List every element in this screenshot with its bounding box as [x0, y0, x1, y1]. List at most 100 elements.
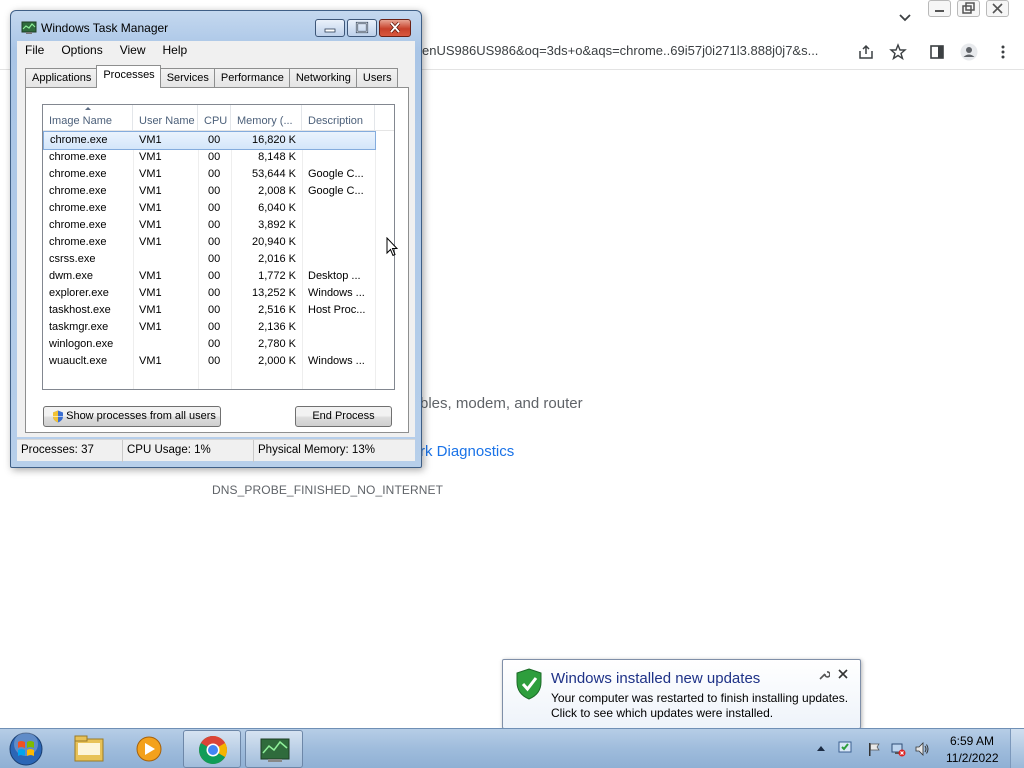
process-image-name: chrome.exe [49, 185, 107, 197]
process-row[interactable]: chrome.exe VM1 00 6,040 K [43, 200, 394, 217]
menu-view[interactable]: View [112, 41, 155, 61]
profile-avatar-icon[interactable] [960, 43, 978, 61]
status-process-count: Processes: 37 [17, 440, 123, 462]
processes-panel: Image Name User Name CPU Memory (... Des… [25, 87, 409, 433]
process-row[interactable]: explorer.exe VM1 00 13,252 K Windows ... [43, 285, 394, 302]
process-image-name: chrome.exe [49, 202, 107, 214]
column-image-name[interactable]: Image Name [43, 105, 133, 131]
status-bar: Processes: 37 CPU Usage: 1% Physical Mem… [17, 439, 415, 462]
process-row[interactable]: chrome.exe VM1 00 53,644 K Google C... [43, 166, 394, 183]
process-row[interactable]: chrome.exe VM1 00 20,940 K [43, 234, 394, 251]
chrome-menu-icon[interactable] [994, 43, 1012, 61]
process-list-header: Image Name User Name CPU Memory (... Des… [43, 105, 394, 131]
menu-bar: File Options View Help [17, 41, 415, 61]
taskbar-explorer[interactable] [60, 730, 118, 768]
tab-networking[interactable]: Networking [288, 68, 357, 88]
process-memory: 53,644 K [251, 168, 296, 180]
process-user-name: VM1 [139, 321, 162, 333]
tab-performance[interactable]: Performance [213, 68, 290, 88]
process-row[interactable]: taskmgr.exe VM1 00 2,136 K [43, 319, 394, 336]
column-memory[interactable]: Memory (... [231, 105, 302, 131]
volume-speaker-icon[interactable] [914, 741, 930, 757]
tab-users[interactable]: Users [355, 68, 398, 88]
tab-applications[interactable]: Applications [25, 68, 98, 88]
process-row[interactable]: chrome.exe VM1 00 8,148 K [43, 149, 394, 166]
tab-processes[interactable]: Processes [96, 65, 161, 88]
process-memory: 13,252 K [251, 287, 296, 299]
action-center-flag-icon[interactable] [866, 741, 882, 757]
process-user-name: VM1 [139, 202, 162, 214]
process-image-name: chrome.exe [49, 236, 107, 248]
task-manager-body: Applications Processes Services Performa… [17, 61, 415, 437]
process-user-name: VM1 [139, 304, 162, 316]
process-cpu: 00 [208, 287, 221, 299]
taskbar-media-player[interactable] [120, 730, 178, 768]
process-description [302, 149, 375, 166]
process-row[interactable]: dwm.exe VM1 00 1,772 K Desktop ... [43, 268, 394, 285]
process-memory: 6,040 K [258, 202, 296, 214]
process-user-name: VM1 [139, 219, 162, 231]
menu-help[interactable]: Help [155, 41, 197, 61]
show-all-processes-button[interactable]: Show processes from all users [43, 406, 221, 427]
show-desktop-button[interactable] [1010, 729, 1024, 768]
process-row[interactable]: chrome.exe VM1 00 3,892 K [43, 217, 394, 234]
process-cpu: 00 [208, 321, 221, 333]
process-row[interactable]: chrome.exe VM1 00 2,008 K Google C... [43, 183, 394, 200]
tab-strip: Applications Processes Services Performa… [25, 65, 398, 88]
clock-time[interactable]: 6:59 AM [950, 734, 994, 748]
update-notification[interactable]: Windows installed new updates Your compu… [502, 659, 861, 729]
process-row[interactable]: chrome.exe VM1 00 16,820 K [43, 131, 376, 150]
process-list[interactable]: Image Name User Name CPU Memory (... Des… [42, 104, 395, 390]
close-button[interactable] [379, 19, 411, 37]
error-code: DNS_PROBE_FINISHED_NO_INTERNET [212, 483, 444, 497]
column-filler [375, 105, 394, 131]
taskbar-chrome[interactable] [183, 730, 241, 768]
minimize-button[interactable] [315, 19, 345, 37]
start-orb-icon[interactable] [6, 730, 46, 768]
windows-update-tray-icon[interactable] [837, 739, 853, 755]
tab-services[interactable]: Services [159, 68, 215, 88]
process-image-name: taskmgr.exe [49, 321, 109, 333]
chrome-window-controls [928, 0, 1015, 17]
notification-close-icon[interactable] [837, 668, 849, 680]
side-panel-icon[interactable] [928, 43, 946, 61]
process-user-name: VM1 [139, 287, 162, 299]
process-user-name: VM1 [139, 355, 162, 367]
menu-options[interactable]: Options [53, 41, 111, 61]
process-description [302, 234, 375, 251]
maximize-button[interactable] [347, 19, 377, 37]
clock-date[interactable]: 11/2/2022 [946, 751, 999, 765]
column-description[interactable]: Description [302, 105, 375, 131]
process-memory: 2,016 K [258, 253, 296, 265]
process-memory: 8,148 K [258, 151, 296, 163]
network-diagnostics-link[interactable]: rk Diagnostics [420, 443, 514, 460]
address-bar[interactable]: enUS986US986&oq=3ds+o&aqs=chrome..69i57j… [422, 43, 818, 58]
process-cpu: 00 [208, 219, 221, 231]
tab-search-chevron-icon[interactable] [896, 8, 914, 26]
chrome-close-icon[interactable] [986, 0, 1009, 17]
process-memory: 2,516 K [258, 304, 296, 316]
notification-message-line1: Your computer was restarted to finish in… [551, 691, 849, 705]
process-row[interactable]: winlogon.exe 00 2,780 K [43, 336, 394, 353]
process-row[interactable]: taskhost.exe VM1 00 2,516 K Host Proc... [43, 302, 394, 319]
column-cpu[interactable]: CPU [198, 105, 231, 131]
chrome-restore-icon[interactable] [957, 0, 980, 17]
chrome-minimize-icon[interactable] [928, 0, 951, 17]
process-image-name: chrome.exe [50, 134, 108, 146]
taskbar-task-manager[interactable] [245, 730, 303, 768]
show-hidden-icons-icon[interactable] [813, 741, 829, 757]
process-image-name: wuauclt.exe [49, 355, 108, 367]
share-icon[interactable] [857, 43, 875, 61]
process-description: Google C... [308, 185, 364, 197]
column-user-name[interactable]: User Name [133, 105, 198, 131]
notification-options-wrench-icon[interactable] [818, 669, 830, 681]
show-all-processes-label: Show processes from all users [66, 410, 216, 422]
network-disconnected-icon[interactable] [890, 741, 906, 757]
process-row[interactable]: csrss.exe 00 2,016 K [43, 251, 394, 268]
process-row[interactable]: wuauclt.exe VM1 00 2,000 K Windows ... [43, 353, 394, 370]
menu-file[interactable]: File [17, 41, 53, 61]
bookmark-star-icon[interactable] [889, 43, 907, 61]
end-process-button[interactable]: End Process [295, 406, 392, 427]
notification-message-line2: Click to see which updates were installe… [551, 706, 774, 720]
process-image-name: chrome.exe [49, 168, 107, 180]
